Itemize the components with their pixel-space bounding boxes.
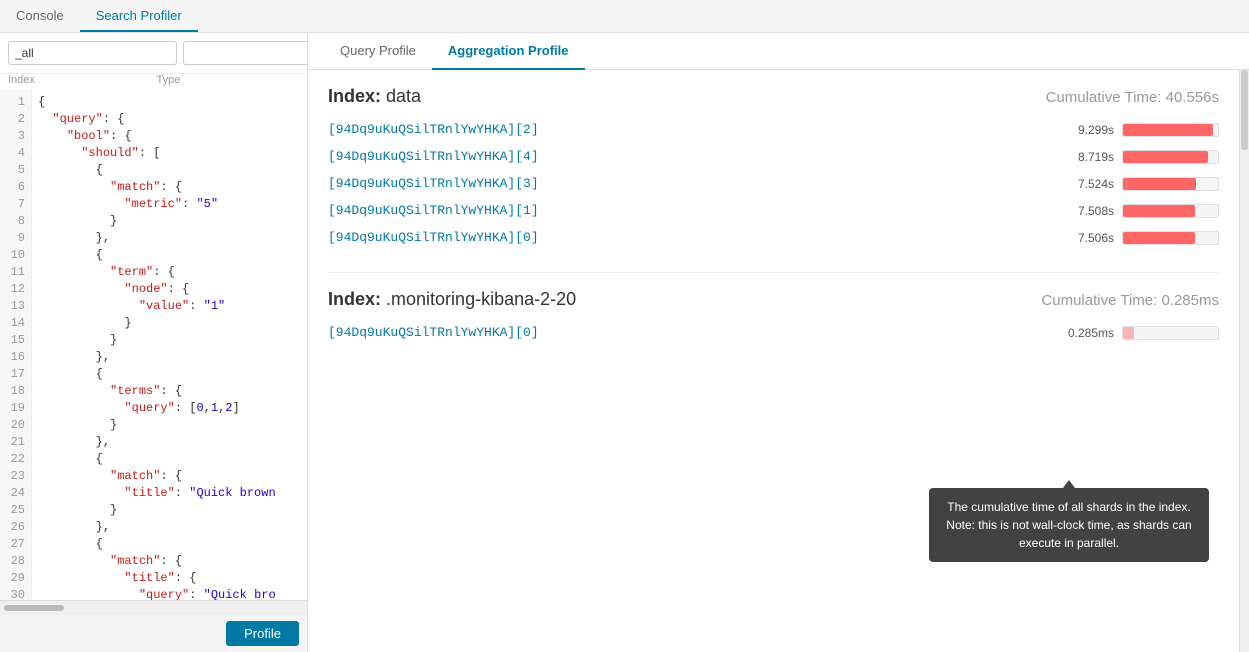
code-text[interactable]: { "query": { "bool": { "should": [ { "ma… (32, 90, 307, 600)
scrollbar-thumb[interactable] (1241, 70, 1248, 150)
type-label: Type (157, 74, 300, 86)
index-section-monitoring: Index: .monitoring-kibana-2-20 Cumulativ… (328, 289, 1219, 343)
code-editor[interactable]: 12345 678910 1112131415 1617181920 21222… (0, 90, 307, 600)
shard-bar-fill-mon-0 (1123, 327, 1134, 339)
shard-time-mon-0: 0.285ms (1059, 326, 1114, 340)
shard-bar-2: 7.524s (1059, 177, 1219, 191)
shard-time-1: 8.719s (1059, 150, 1114, 164)
type-input[interactable] (183, 41, 308, 65)
shard-label-0: [94Dq9uKuQSilTRnlYwYHKA][2] (328, 122, 1059, 137)
vertical-scrollbar[interactable] (1239, 70, 1249, 652)
index-label: Index (8, 74, 151, 86)
main-layout: Index Type 12345 678910 1112131415 16171… (0, 33, 1249, 652)
shard-bar-3: 7.508s (1059, 204, 1219, 218)
right-panel-inner: Index: data Cumulative Time: 40.556s [94… (308, 70, 1249, 652)
input-labels: Index Type (0, 74, 307, 90)
hscroll-thumb[interactable] (4, 605, 64, 611)
tabs-row: Query Profile Aggregation Profile (308, 33, 1249, 70)
nav-search-profiler[interactable]: Search Profiler (80, 0, 198, 32)
shard-row-mon-0[interactable]: [94Dq9uKuQSilTRnlYwYHKA][0] 0.285ms (328, 322, 1219, 343)
shard-row-4[interactable]: [94Dq9uKuQSilTRnlYwYHKA][0] 7.506s (328, 227, 1219, 248)
search-profiler-label: Search Profiler (96, 8, 182, 23)
shard-bar-bg-2 (1122, 177, 1219, 191)
shard-row-1[interactable]: [94Dq9uKuQSilTRnlYwYHKA][4] 8.719s (328, 146, 1219, 167)
index-header-data: Index: data Cumulative Time: 40.556s (328, 86, 1219, 107)
shard-label-2: [94Dq9uKuQSilTRnlYwYHKA][3] (328, 176, 1059, 191)
tab-query-label: Query Profile (340, 43, 416, 58)
tooltip: The cumulative time of all shards in the… (929, 488, 1209, 562)
cumulative-time-data: Cumulative Time: 40.556s (1046, 89, 1219, 106)
shard-bar-bg-0 (1122, 123, 1219, 137)
shard-bar-bg-1 (1122, 150, 1219, 164)
shard-bar-bg-3 (1122, 204, 1219, 218)
shard-bar-mon-0: 0.285ms (1059, 326, 1219, 340)
shard-label-1: [94Dq9uKuQSilTRnlYwYHKA][4] (328, 149, 1059, 164)
index-title-monitoring: Index: .monitoring-kibana-2-20 (328, 289, 576, 310)
input-row (0, 33, 307, 74)
tab-aggregation-profile[interactable]: Aggregation Profile (432, 33, 585, 70)
tab-query-profile[interactable]: Query Profile (324, 33, 432, 70)
shard-time-4: 7.506s (1059, 231, 1114, 245)
horizontal-scrollbar[interactable] (0, 600, 307, 614)
tooltip-arrow (1063, 480, 1075, 488)
shard-bar-4: 7.506s (1059, 231, 1219, 245)
tab-aggregation-label: Aggregation Profile (448, 43, 569, 58)
index-title-data: Index: data (328, 86, 421, 107)
shard-bar-fill-0 (1123, 124, 1213, 136)
right-panel: Query Profile Aggregation Profile Index:… (308, 33, 1249, 652)
profile-button[interactable]: Profile (226, 621, 299, 646)
cumulative-time-monitoring: Cumulative Time: 0.285ms (1041, 292, 1219, 309)
index-input[interactable] (8, 41, 177, 65)
shard-time-2: 7.524s (1059, 177, 1114, 191)
shard-bar-fill-4 (1123, 232, 1195, 244)
index-section-data: Index: data Cumulative Time: 40.556s [94… (328, 86, 1219, 248)
left-panel: Index Type 12345 678910 1112131415 16171… (0, 33, 308, 652)
index-header-monitoring: Index: .monitoring-kibana-2-20 Cumulativ… (328, 289, 1219, 310)
section-divider (328, 272, 1219, 273)
top-nav: Console Search Profiler (0, 0, 1249, 33)
shard-row-0[interactable]: [94Dq9uKuQSilTRnlYwYHKA][2] 9.299s (328, 119, 1219, 140)
shard-row-3[interactable]: [94Dq9uKuQSilTRnlYwYHKA][1] 7.508s (328, 200, 1219, 221)
shard-bar-fill-2 (1123, 178, 1196, 190)
line-numbers: 12345 678910 1112131415 1617181920 21222… (0, 90, 32, 600)
shard-bar-fill-1 (1123, 151, 1208, 163)
tooltip-text: The cumulative time of all shards in the… (946, 500, 1191, 550)
shard-time-3: 7.508s (1059, 204, 1114, 218)
shard-row-2[interactable]: [94Dq9uKuQSilTRnlYwYHKA][3] 7.524s (328, 173, 1219, 194)
shard-label-mon-0: [94Dq9uKuQSilTRnlYwYHKA][0] (328, 325, 1059, 340)
shard-bar-bg-4 (1122, 231, 1219, 245)
profile-button-row: Profile (0, 614, 307, 652)
shard-label-4: [94Dq9uKuQSilTRnlYwYHKA][0] (328, 230, 1059, 245)
shard-label-3: [94Dq9uKuQSilTRnlYwYHKA][1] (328, 203, 1059, 218)
shard-bar-bg-mon-0 (1122, 326, 1219, 340)
console-label: Console (16, 8, 64, 23)
nav-console[interactable]: Console (0, 0, 80, 32)
content-area[interactable]: Index: data Cumulative Time: 40.556s [94… (308, 70, 1239, 652)
shard-bar-0: 9.299s (1059, 123, 1219, 137)
shard-time-0: 9.299s (1059, 123, 1114, 137)
shard-bar-1: 8.719s (1059, 150, 1219, 164)
shard-bar-fill-3 (1123, 205, 1195, 217)
